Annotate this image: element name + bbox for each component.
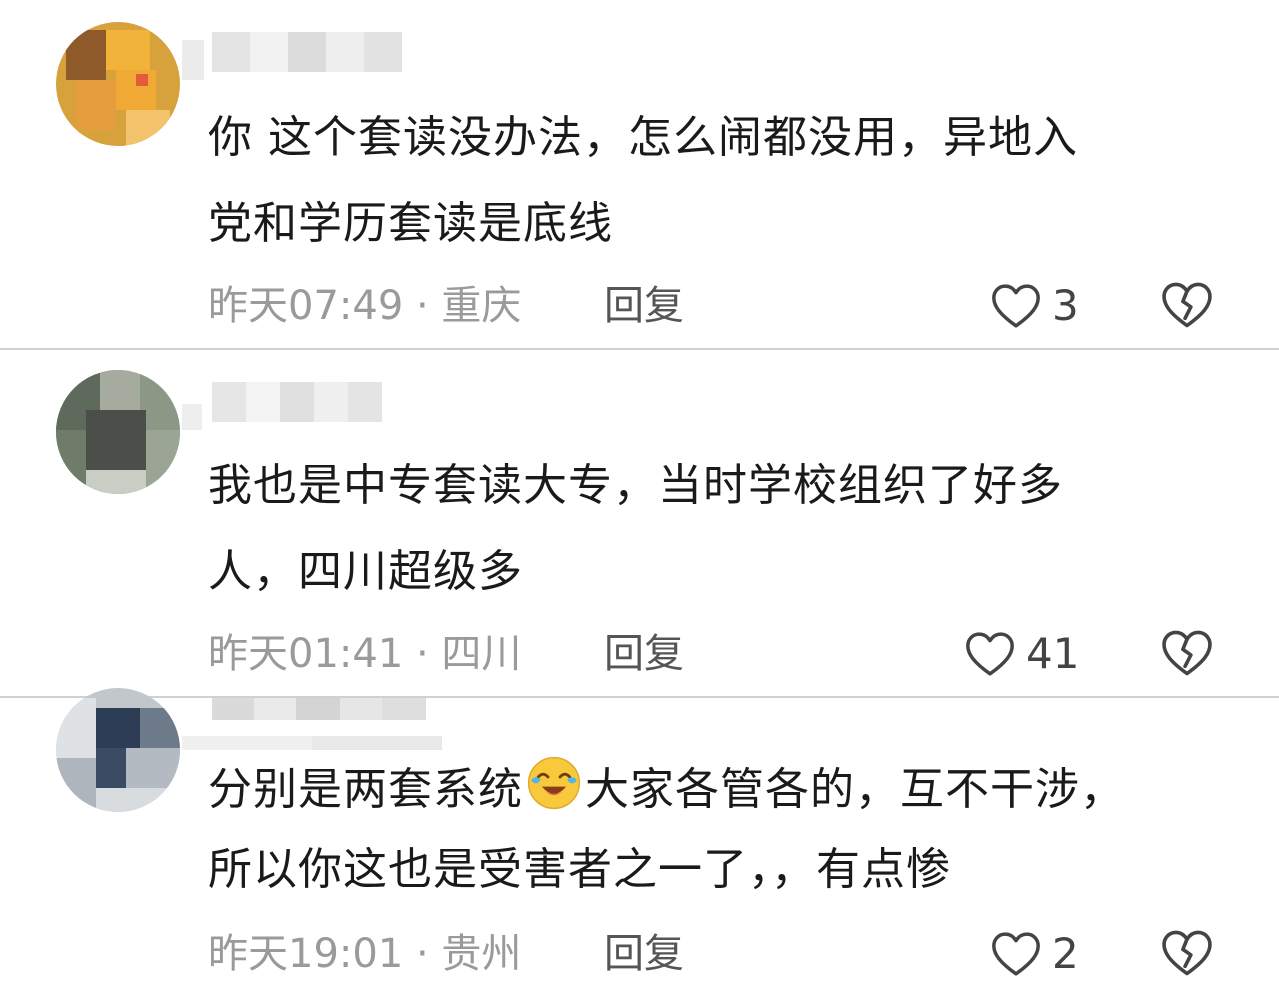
avatar[interactable] <box>56 688 180 812</box>
username-blurred[interactable] <box>212 382 382 422</box>
reply-button[interactable]: 回复 <box>604 930 684 978</box>
mosaic-block <box>182 40 204 80</box>
reply-button[interactable]: 回复 <box>604 282 684 330</box>
broken-heart-icon <box>1162 282 1212 328</box>
dislike-button[interactable] <box>1158 276 1216 334</box>
comment-timestamp-location: 昨天01:41 · 四川 <box>208 631 522 677</box>
mosaic-block <box>182 736 442 750</box>
like-button[interactable]: 2 <box>988 926 1079 982</box>
comment-timestamp-location: 昨天07:49 · 重庆 <box>208 283 522 329</box>
username-blurred[interactable] <box>212 32 402 72</box>
avatar[interactable] <box>56 370 180 494</box>
broken-heart-icon <box>1162 630 1212 676</box>
like-count: 3 <box>1052 281 1079 330</box>
heart-outline-icon <box>992 284 1040 328</box>
comment-text-line-2: 党和学历套读是底线 <box>208 198 613 249</box>
comment-text-line-1: 分别是两套系统 大家各管各的，互不干涉， <box>208 754 1125 816</box>
username-blurred[interactable] <box>212 698 426 720</box>
like-count: 2 <box>1052 929 1079 978</box>
comment-item: 分别是两套系统 大家各管各的，互不干涉， 所以你这也是受害者之一了，，有点惨 昨… <box>0 688 1279 982</box>
heart-outline-icon <box>966 632 1014 676</box>
avatar[interactable] <box>56 22 180 146</box>
heart-outline-icon <box>992 932 1040 976</box>
like-button[interactable]: 41 <box>962 626 1079 682</box>
broken-heart-icon <box>1162 930 1212 976</box>
comment-item: 我也是中专套读大专，当时学校组织了好多 人，四川超级多 昨天01:41 · 四川… <box>0 350 1279 696</box>
comment-text-line-1: 你 这个套读没办法，怎么闹都没用，异地入 <box>208 112 1078 163</box>
comment-text-line-2: 所以你这也是受害者之一了，，有点惨 <box>208 844 951 895</box>
comment-text-segment: 分别是两套系统 <box>208 764 523 815</box>
comment-text-line-1: 我也是中专套读大专，当时学校组织了好多 <box>208 460 1063 511</box>
dislike-button[interactable] <box>1158 624 1216 682</box>
reply-button[interactable]: 回复 <box>604 630 684 678</box>
comment-timestamp-location: 昨天19:01 · 贵州 <box>208 931 522 977</box>
crying-laughing-emoji <box>527 756 581 810</box>
comment-text-line-2: 人，四川超级多 <box>208 546 523 597</box>
comment-text-segment: 大家各管各的，互不干涉， <box>585 764 1125 815</box>
comment-item: 你 这个套读没办法，怎么闹都没用，异地入 党和学历套读是底线 昨天07:49 ·… <box>0 0 1279 348</box>
like-button[interactable]: 3 <box>988 278 1079 334</box>
mosaic-block <box>182 404 202 430</box>
dislike-button[interactable] <box>1158 924 1216 982</box>
like-count: 41 <box>1026 629 1080 678</box>
